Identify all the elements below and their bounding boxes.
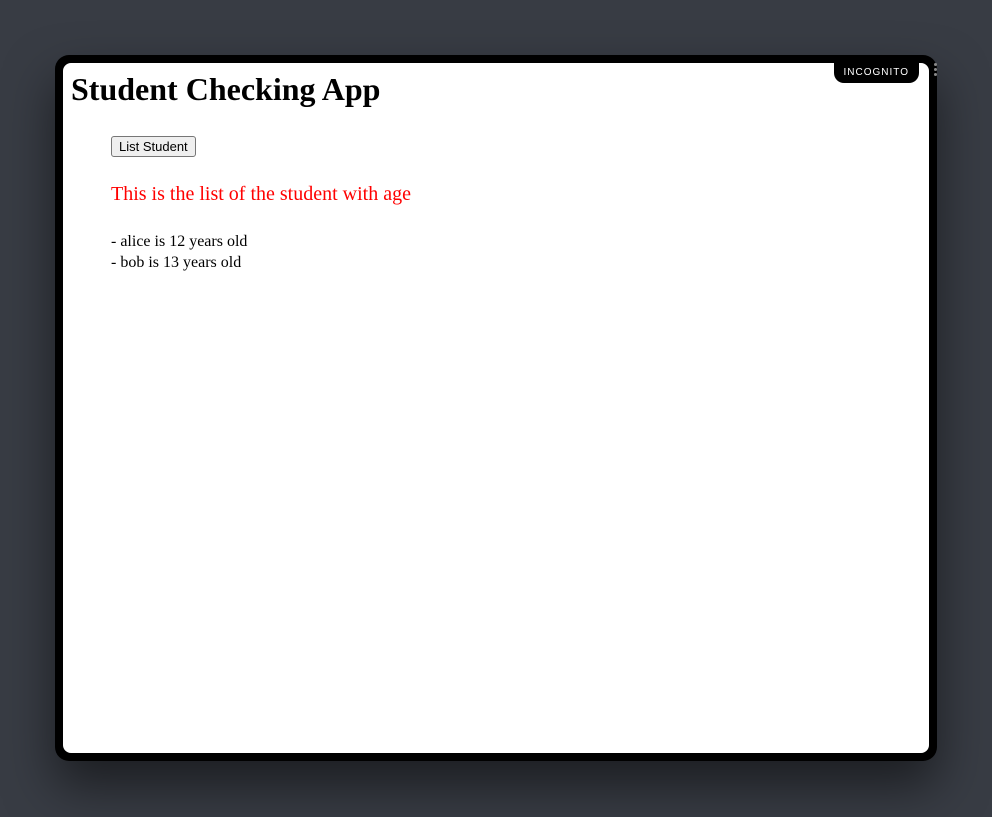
browser-window-frame: INCOGNITO Student Checking App List Stud…: [55, 55, 937, 761]
list-student-button[interactable]: List Student: [111, 136, 196, 157]
student-list-heading: This is the list of the student with age: [111, 183, 929, 206]
incognito-badge: INCOGNITO: [834, 63, 919, 83]
student-list: - alice is 12 years old - bob is 13 year…: [111, 232, 929, 274]
student-list-item: - bob is 13 years old: [111, 253, 929, 274]
student-list-item: - alice is 12 years old: [111, 232, 929, 253]
page-title: Student Checking App: [63, 63, 929, 108]
page-content: INCOGNITO Student Checking App List Stud…: [63, 63, 929, 753]
incognito-label: INCOGNITO: [844, 67, 909, 78]
window-drag-handle-icon: [932, 63, 938, 76]
main-block: List Student This is the list of the stu…: [111, 136, 929, 274]
